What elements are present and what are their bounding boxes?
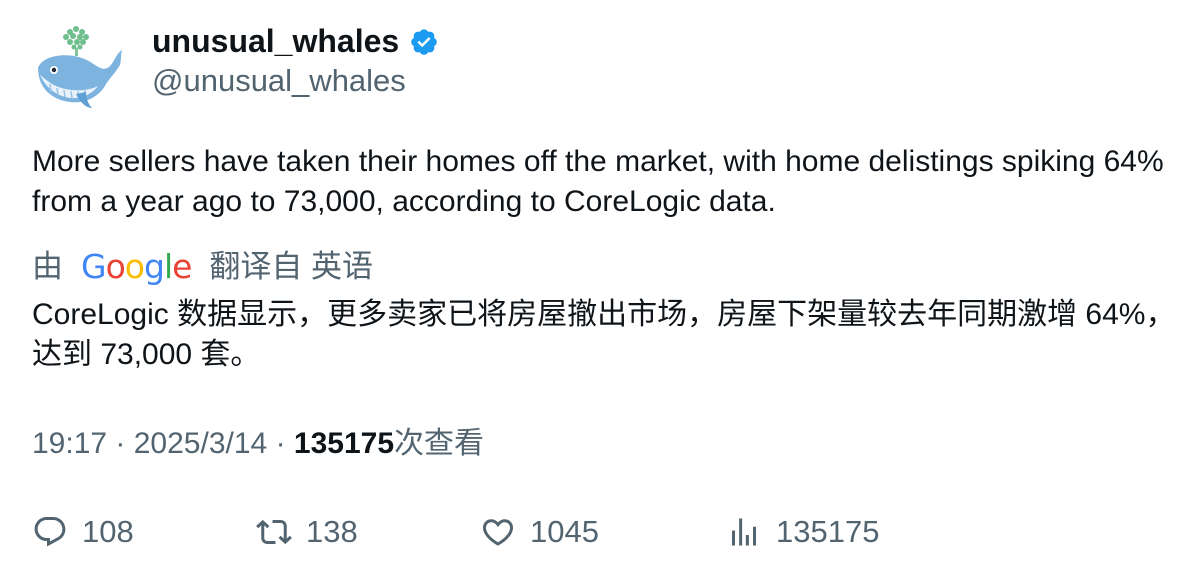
translated-text: CoreLogic 数据显示，更多卖家已将房屋撤出市场，房屋下架量较去年同期激增…: [32, 298, 1176, 371]
whale-avatar-icon: [38, 26, 122, 108]
reply-icon: [34, 517, 66, 547]
retweet-count: 138: [306, 514, 358, 549]
translation-suffix: 翻译自 英语: [209, 249, 374, 284]
like-button[interactable]: 1045: [480, 512, 599, 552]
meta-separator: ·: [275, 427, 294, 460]
views-button[interactable]: 135175: [726, 512, 879, 552]
meta-separator: ·: [115, 427, 134, 460]
google-logo: Google: [81, 247, 192, 286]
reply-count: 108: [82, 514, 134, 549]
views-action-count: 135175: [776, 514, 880, 549]
views-chart-icon: [732, 518, 756, 546]
author-display-name[interactable]: unusual_whales: [152, 22, 399, 60]
tweet-meta: 19:17 · 2025/3/14 · 135175次查看: [32, 424, 484, 464]
retweet-button[interactable]: 138: [256, 512, 358, 552]
translation-attribution[interactable]: 由 Google 翻译自 英语: [32, 246, 373, 288]
tweet-card: unusual_whales @unusual_whales More sell…: [0, 0, 1196, 578]
heart-icon: [482, 519, 514, 546]
verified-badge-icon: [409, 27, 439, 57]
author-display-name-row[interactable]: unusual_whales: [152, 22, 439, 60]
tweet-time[interactable]: 19:17: [32, 427, 107, 460]
views-label[interactable]: 次查看: [394, 427, 484, 460]
avatar[interactable]: [30, 22, 126, 114]
reply-button[interactable]: 108: [32, 512, 134, 552]
retweet-icon: [256, 519, 292, 545]
tweet-date[interactable]: 2025/3/14: [134, 427, 267, 460]
translation-prefix: 由: [32, 249, 63, 284]
views-count[interactable]: 135175: [294, 427, 394, 460]
tweet-text: More sellers have taken their homes off …: [32, 145, 1164, 218]
like-count: 1045: [530, 514, 599, 549]
author-handle[interactable]: @unusual_whales: [152, 62, 406, 100]
